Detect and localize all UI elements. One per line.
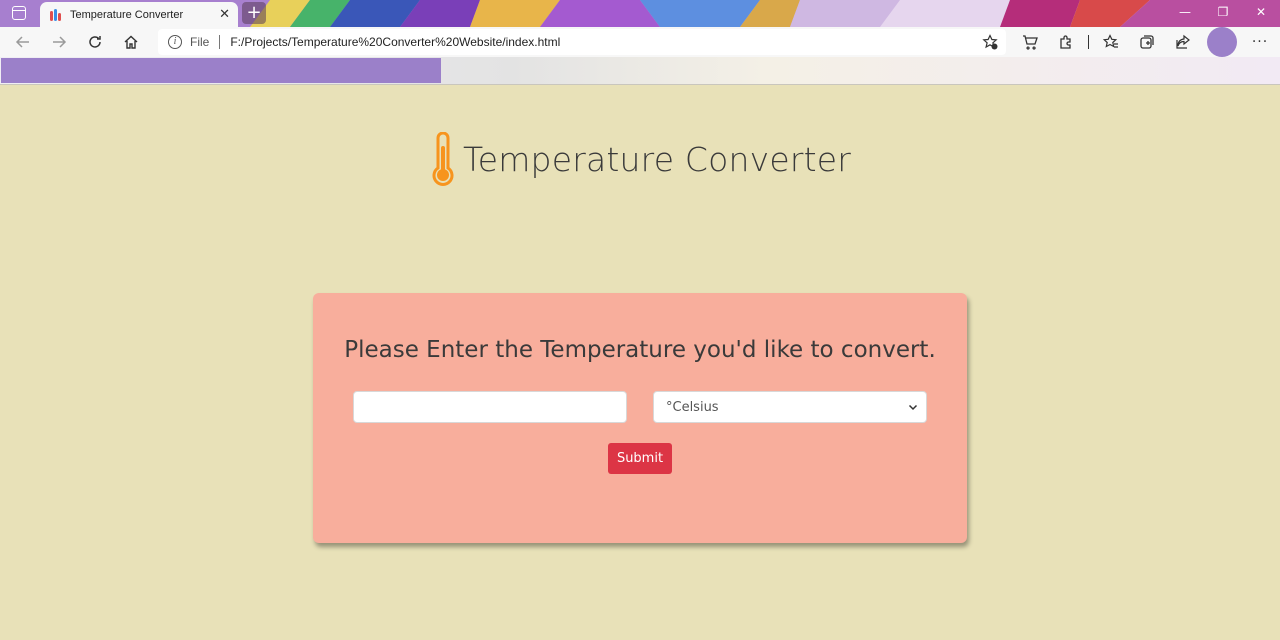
extensions-button[interactable] xyxy=(1048,27,1084,57)
tab-close-button[interactable]: ✕ xyxy=(219,8,230,21)
page-title: Temperature Converter xyxy=(462,139,852,179)
site-info-icon[interactable]: i xyxy=(168,35,182,49)
favorites-star-icon xyxy=(1103,34,1118,48)
collections-button[interactable] xyxy=(1129,27,1165,57)
window-controls: — ❐ ✕ xyxy=(1166,0,1280,27)
browser-tab[interactable]: Temperature Converter ✕ xyxy=(40,2,238,27)
more-menu-button[interactable]: ··· xyxy=(1243,34,1277,50)
tab-actions-icon[interactable] xyxy=(12,6,26,20)
back-arrow-icon xyxy=(15,36,29,48)
forward-arrow-icon xyxy=(53,36,67,48)
temperature-input[interactable] xyxy=(353,391,627,423)
share-button[interactable] xyxy=(1165,27,1201,57)
unit-select-value: °Celsius xyxy=(666,399,719,415)
shopping-cart-icon xyxy=(1023,35,1038,50)
converter-prompt: Please Enter the Temperature you'd like … xyxy=(344,337,936,363)
favorites-bar-highlight xyxy=(1,58,441,83)
back-button[interactable] xyxy=(5,27,41,57)
page-header: Temperature Converter xyxy=(0,132,1280,186)
favorites-button[interactable] xyxy=(1093,27,1129,57)
shopping-button[interactable] xyxy=(1012,27,1048,57)
toolbar-right-tools: ··· xyxy=(1012,27,1277,57)
url-text[interactable]: F:/Projects/Temperature%20Converter%20We… xyxy=(230,35,560,49)
address-bar[interactable]: i File F:/Projects/Temperature%20Convert… xyxy=(158,29,1006,55)
toolbar-divider xyxy=(1088,35,1089,49)
browser-toolbar: i File F:/Projects/Temperature%20Convert… xyxy=(0,27,1280,57)
new-tab-button[interactable]: + xyxy=(242,2,266,24)
thermometer-icon xyxy=(432,132,454,186)
profile-avatar[interactable] xyxy=(1207,27,1237,57)
forward-button[interactable] xyxy=(41,27,77,57)
favorites-bar xyxy=(0,57,1280,85)
page-content: Temperature Converter Please Enter the T… xyxy=(0,86,1280,640)
puzzle-icon xyxy=(1060,35,1071,49)
chevron-down-icon xyxy=(908,404,918,411)
tab-favicon-icon xyxy=(50,8,62,21)
add-favorite-icon[interactable] xyxy=(982,34,998,50)
unit-select[interactable]: °Celsius xyxy=(653,391,927,423)
collections-icon xyxy=(1140,35,1154,49)
restore-button[interactable]: ❐ xyxy=(1204,0,1242,27)
home-icon xyxy=(124,35,138,49)
minimize-button[interactable]: — xyxy=(1166,0,1204,27)
submit-button[interactable]: Submit xyxy=(608,443,672,474)
window-titlebar: Temperature Converter ✕ + — ❐ ✕ xyxy=(0,0,1280,27)
tab-title: Temperature Converter xyxy=(70,8,184,21)
share-icon xyxy=(1176,34,1190,49)
refresh-button[interactable] xyxy=(77,27,113,57)
home-button[interactable] xyxy=(113,27,149,57)
refresh-icon xyxy=(89,36,101,48)
converter-card: Please Enter the Temperature you'd like … xyxy=(313,293,967,543)
close-window-button[interactable]: ✕ xyxy=(1242,0,1280,27)
scheme-label: File xyxy=(190,35,210,49)
address-separator xyxy=(219,35,221,49)
